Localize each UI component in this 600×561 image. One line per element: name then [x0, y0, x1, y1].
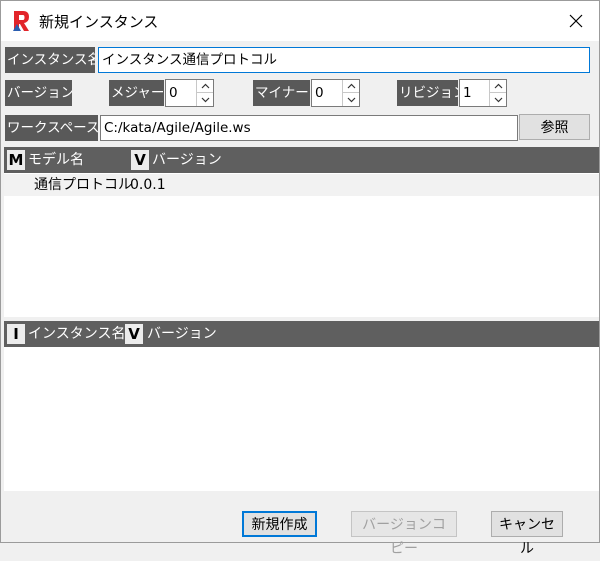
instance-column-icon: I [7, 324, 25, 344]
chevron-up-icon [201, 83, 209, 89]
minor-decrement-button[interactable] [343, 93, 359, 106]
major-value: 0 [169, 85, 178, 101]
new-instance-dialog: 新規インスタンス インスタンス名 インスタンス通信プロトコル バージョン メジャ… [0, 0, 600, 557]
chevron-down-icon [201, 97, 209, 102]
model-version-cell: 0.0.1 [130, 177, 166, 193]
minor-increment-button[interactable] [343, 80, 359, 93]
cancel-button[interactable]: キャンセル [491, 511, 563, 557]
revision-stepper[interactable]: 1 [459, 79, 507, 107]
major-stepper[interactable]: 0 [165, 79, 214, 107]
major-label: メジャー [109, 80, 164, 106]
revision-stepper-buttons [489, 80, 506, 106]
model-name-cell: 通信プロトコル [34, 177, 132, 193]
instance-table-header: I インスタンス名 V バージョン [4, 321, 599, 347]
model-column-icon: M [7, 150, 25, 170]
minor-value: 0 [315, 85, 324, 101]
minor-label: マイナー [253, 80, 310, 106]
window-title: 新規インスタンス [39, 13, 159, 31]
minor-stepper-buttons [342, 80, 359, 106]
close-icon [569, 14, 583, 28]
title-bar[interactable]: 新規インスタンス [1, 1, 599, 41]
model-table-header: M モデル名 V バージョン [4, 147, 599, 173]
app-logo-icon [13, 11, 29, 31]
model-name-column-header[interactable]: モデル名 [28, 147, 84, 173]
workspace-path-input[interactable]: C:/kata/Agile/Agile.ws [100, 115, 518, 141]
version-column-icon: V [131, 150, 149, 170]
model-version-column-header[interactable]: バージョン [152, 147, 222, 173]
instance-table: I インスタンス名 V バージョン [4, 321, 599, 491]
instance-name-label: インスタンス名 [5, 47, 95, 73]
chevron-up-icon [494, 83, 502, 89]
version-label: バージョン [5, 80, 72, 106]
workspace-label: ワークスペース [5, 115, 98, 141]
browse-button[interactable]: 参照 [519, 114, 590, 140]
version-column-icon: V [125, 324, 143, 344]
create-button[interactable]: 新規作成 [242, 511, 317, 537]
revision-increment-button[interactable] [490, 80, 506, 93]
table-row[interactable]: 通信プロトコル 0.0.1 [4, 174, 599, 196]
revision-decrement-button[interactable] [490, 93, 506, 106]
major-decrement-button[interactable] [197, 93, 213, 106]
major-stepper-buttons [196, 80, 213, 106]
revision-label: リビジョン [397, 80, 458, 106]
instance-name-input[interactable]: インスタンス通信プロトコル [98, 47, 590, 73]
major-increment-button[interactable] [197, 80, 213, 93]
chevron-up-icon [347, 83, 355, 89]
revision-value: 1 [463, 85, 472, 101]
instance-name-column-header[interactable]: インスタンス名 [28, 321, 125, 347]
minor-stepper[interactable]: 0 [311, 79, 360, 107]
chevron-down-icon [347, 97, 355, 102]
close-button[interactable] [553, 1, 599, 41]
model-table: M モデル名 V バージョン 通信プロトコル 0.0.1 [4, 147, 599, 317]
chevron-down-icon [494, 97, 502, 102]
copy-version-button[interactable]: バージョンコピー [351, 511, 457, 557]
instance-version-column-header[interactable]: バージョン [147, 321, 217, 347]
